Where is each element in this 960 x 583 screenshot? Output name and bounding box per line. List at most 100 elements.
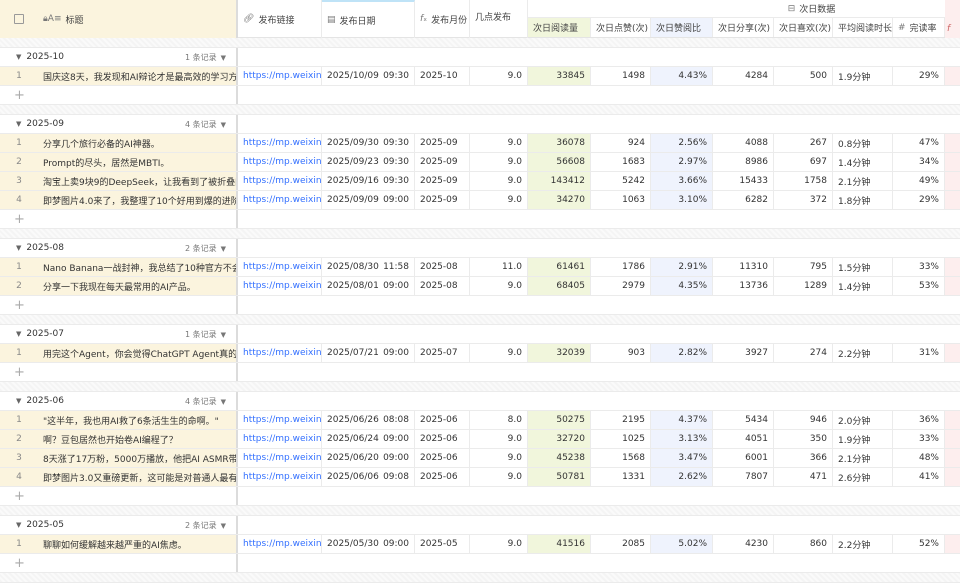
fav-cell[interactable]: 500 (774, 67, 833, 85)
ratio-cell[interactable]: 2.56% (651, 134, 713, 152)
read-cell[interactable]: 50275 (528, 411, 591, 429)
fav-cell[interactable]: 860 (774, 535, 833, 553)
column-header-month[interactable]: fₓ 发布月份 (415, 0, 470, 38)
hour-cell[interactable]: 9.0 (470, 468, 528, 486)
table-row[interactable]: 1 国庆这8天，我发现和AI辩论才是最高效的学习方... https://mp.w… (0, 67, 960, 86)
like-cell[interactable]: 1683 (591, 153, 651, 171)
collapse-caret-icon[interactable]: ▼ (16, 244, 21, 252)
table-row[interactable]: 1 Nano Banana一战封神，我总结了10种官方不会告... https:/… (0, 258, 960, 277)
fav-cell[interactable]: 372 (774, 191, 833, 209)
ratio-cell[interactable]: 3.47% (651, 449, 713, 467)
link-cell[interactable]: https://mp.weixin... (238, 277, 322, 295)
date-cell[interactable]: 2025/06/06 09:08 (322, 468, 415, 486)
hour-cell[interactable]: 9.0 (470, 153, 528, 171)
fx-cell[interactable] (945, 258, 960, 276)
like-cell[interactable]: 924 (591, 134, 651, 152)
finish-rate-cell[interactable]: 29% (893, 67, 945, 85)
table-row[interactable]: 4 即梦图片3.0又重磅更新，这可能是对普通人最有... https://mp.w… (0, 468, 960, 487)
title-cell[interactable]: 分享一下我现在每天最常用的AI产品。 (38, 277, 238, 295)
select-all-checkbox[interactable] (0, 0, 38, 38)
month-cell[interactable]: 2025-06 (415, 449, 470, 467)
column-header-finish-rate[interactable]: # 完读率 (893, 18, 945, 37)
share-cell[interactable]: 4284 (713, 67, 774, 85)
title-cell[interactable]: 分享几个旅行必备的AI神器。 (38, 134, 238, 152)
table-row[interactable]: 2 分享一下我现在每天最常用的AI产品。 https://mp.weixin...… (0, 277, 960, 296)
finish-rate-cell[interactable]: 47% (893, 134, 945, 152)
read-cell[interactable]: 33845 (528, 67, 591, 85)
duration-cell[interactable]: 1.4分钟 (833, 277, 893, 295)
duration-cell[interactable]: 2.1分钟 (833, 449, 893, 467)
hour-cell[interactable]: 9.0 (470, 191, 528, 209)
column-header-read[interactable]: 次日阅读量 (528, 18, 591, 37)
ratio-cell[interactable]: 4.37% (651, 411, 713, 429)
date-cell[interactable]: 2025/09/09 09:00 (322, 191, 415, 209)
fav-cell[interactable]: 1289 (774, 277, 833, 295)
duration-cell[interactable]: 2.6分钟 (833, 468, 893, 486)
read-cell[interactable]: 50781 (528, 468, 591, 486)
finish-rate-cell[interactable]: 34% (893, 153, 945, 171)
fav-cell[interactable]: 350 (774, 430, 833, 448)
title-cell[interactable]: 啊？豆包居然也开始卷AI编程了？ (38, 430, 238, 448)
like-cell[interactable]: 1786 (591, 258, 651, 276)
column-header-title[interactable]: 🔒︎A≡ 标题 (38, 0, 238, 38)
collapse-caret-icon[interactable]: ▼ (16, 53, 21, 61)
hour-cell[interactable]: 9.0 (470, 172, 528, 190)
like-cell[interactable]: 1498 (591, 67, 651, 85)
like-cell[interactable]: 1568 (591, 449, 651, 467)
hour-cell[interactable]: 9.0 (470, 449, 528, 467)
duration-cell[interactable]: 2.1分钟 (833, 172, 893, 190)
title-cell[interactable]: 8天涨了17万粉，5000万播放，他把AI ASMR带向... (38, 449, 238, 467)
duration-cell[interactable]: 1.8分钟 (833, 191, 893, 209)
link-cell[interactable]: https://mp.weixin... (238, 344, 322, 362)
month-cell[interactable]: 2025-08 (415, 258, 470, 276)
add-row-button[interactable]: + (0, 210, 960, 229)
fav-cell[interactable]: 697 (774, 153, 833, 171)
read-cell[interactable]: 61461 (528, 258, 591, 276)
like-cell[interactable]: 2979 (591, 277, 651, 295)
share-cell[interactable]: 5434 (713, 411, 774, 429)
column-header-hour[interactable]: 几点发布 (470, 0, 528, 38)
dropdown-caret-icon[interactable]: ▼ (221, 54, 226, 62)
like-cell[interactable]: 903 (591, 344, 651, 362)
date-cell[interactable]: 2025/06/26 08:08 (322, 411, 415, 429)
link-cell[interactable]: https://mp.weixin... (238, 258, 322, 276)
hour-cell[interactable]: 9.0 (470, 67, 528, 85)
dropdown-caret-icon[interactable]: ▼ (221, 398, 226, 406)
fx-cell[interactable] (945, 172, 960, 190)
date-cell[interactable]: 2025/08/01 09:00 (322, 277, 415, 295)
title-cell[interactable]: 聊聊如何缓解越来越严重的AI焦虑。 (38, 535, 238, 553)
share-cell[interactable]: 6001 (713, 449, 774, 467)
finish-rate-cell[interactable]: 33% (893, 430, 945, 448)
title-cell[interactable]: 国庆这8天，我发现和AI辩论才是最高效的学习方... (38, 67, 238, 85)
ratio-cell[interactable]: 4.35% (651, 277, 713, 295)
title-cell[interactable]: 即梦图片3.0又重磅更新，这可能是对普通人最有... (38, 468, 238, 486)
table-row[interactable]: 1 "这半年，我也用AI救了6条活生生的命啊。" https://mp.weixi… (0, 411, 960, 430)
table-row[interactable]: 1 分享几个旅行必备的AI神器。 https://mp.weixin... 2025… (0, 134, 960, 153)
month-cell[interactable]: 2025-07 (415, 344, 470, 362)
hour-cell[interactable]: 9.0 (470, 344, 528, 362)
read-cell[interactable]: 36078 (528, 134, 591, 152)
duration-cell[interactable]: 1.9分钟 (833, 67, 893, 85)
share-cell[interactable]: 15433 (713, 172, 774, 190)
fx-cell[interactable] (945, 430, 960, 448)
like-cell[interactable]: 1025 (591, 430, 651, 448)
duration-cell[interactable]: 2.2分钟 (833, 344, 893, 362)
fx-cell[interactable] (945, 134, 960, 152)
ratio-cell[interactable]: 2.91% (651, 258, 713, 276)
ratio-cell[interactable]: 3.66% (651, 172, 713, 190)
finish-rate-cell[interactable]: 29% (893, 191, 945, 209)
month-cell[interactable]: 2025-05 (415, 535, 470, 553)
month-cell[interactable]: 2025-09 (415, 153, 470, 171)
month-cell[interactable]: 2025-06 (415, 411, 470, 429)
date-cell[interactable]: 2025/05/30 09:00 (322, 535, 415, 553)
share-cell[interactable]: 7807 (713, 468, 774, 486)
finish-rate-cell[interactable]: 41% (893, 468, 945, 486)
table-row[interactable]: 3 8天涨了17万粉，5000万播放，他把AI ASMR带向... https:/… (0, 449, 960, 468)
column-header-ratio[interactable]: 次日赞阅比 (651, 18, 713, 37)
title-cell[interactable]: Nano Banana一战封神，我总结了10种官方不会告... (38, 258, 238, 276)
finish-rate-cell[interactable]: 53% (893, 277, 945, 295)
hour-cell[interactable]: 8.0 (470, 411, 528, 429)
column-header-date[interactable]: ▤ 发布日期 (322, 0, 415, 38)
duration-cell[interactable]: 2.2分钟 (833, 535, 893, 553)
fx-cell[interactable] (945, 411, 960, 429)
